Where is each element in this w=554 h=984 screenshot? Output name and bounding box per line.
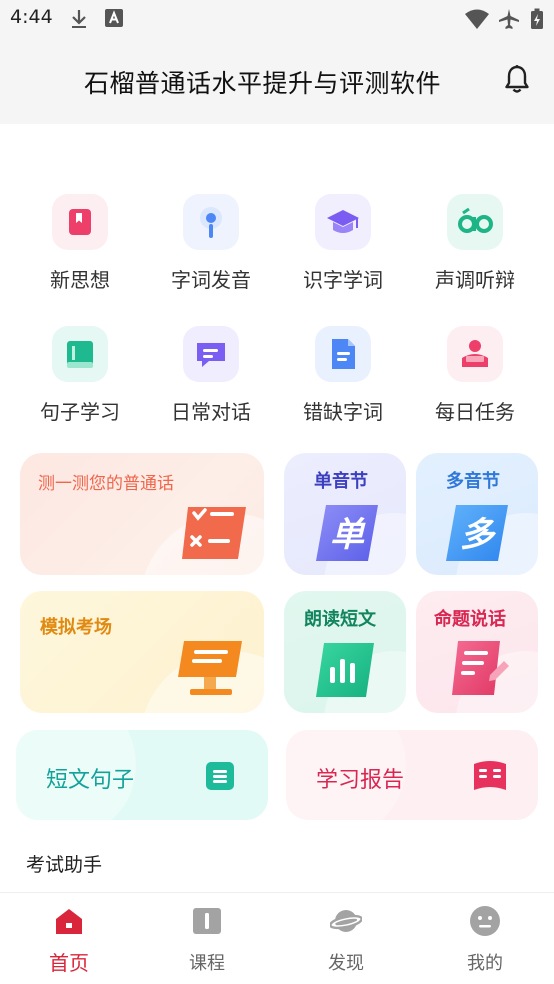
app-header: 石榴普通话水平提升与评测软件	[0, 38, 554, 124]
wifi-icon	[465, 9, 489, 29]
card-single-syllable[interactable]: 单音节 单	[284, 453, 406, 575]
feature-richang-duihua[interactable]: 日常对话	[151, 326, 271, 436]
single-glyph-text: 单	[330, 515, 366, 555]
note-pen-icon	[452, 641, 509, 695]
document-icon	[315, 326, 371, 382]
card-title: 短文句子	[46, 768, 135, 793]
multi-glyph-text: 多	[460, 515, 497, 555]
feature-juzi-xuexi[interactable]: 句子学习	[20, 326, 140, 436]
nav-home[interactable]: 首页	[0, 893, 138, 984]
card-test-mandarin[interactable]: 测一测您的普通话	[20, 453, 264, 575]
feature-xin-sixiang[interactable]: 新思想	[20, 194, 140, 304]
card-title: 单音节	[314, 471, 368, 492]
feature-shengdiao-tingbian[interactable]: 声调听辩	[415, 194, 535, 304]
feature-zici-fayin[interactable]: 字词发音	[151, 194, 271, 304]
planet-icon	[330, 910, 362, 932]
battery-icon	[531, 8, 543, 29]
card-title: 多音节	[446, 471, 500, 492]
microphone-icon	[183, 194, 239, 250]
chat-bubble-icon	[183, 326, 239, 382]
smiley-face-icon	[470, 906, 500, 936]
feature-label: 每日任务	[435, 400, 515, 424]
status-time: 4:44	[10, 6, 53, 28]
feature-label: 字词发音	[171, 268, 251, 292]
book-icon	[193, 908, 221, 934]
download-icon	[72, 10, 86, 28]
nav-label: 我的	[467, 953, 503, 974]
list-document-icon	[206, 762, 234, 790]
section-exam-assistant: 考试助手	[26, 854, 103, 876]
bookmark-book-icon	[52, 194, 108, 250]
single-glyph-icon: 单	[316, 505, 378, 561]
nav-label: 首页	[49, 951, 89, 975]
nav-label: 发现	[328, 953, 364, 974]
report-book-icon	[474, 761, 506, 790]
card-read-passages[interactable]: 朗读短文	[284, 591, 406, 713]
feature-label: 声调听辩	[435, 268, 515, 292]
airplane-icon	[499, 9, 519, 29]
feature-label: 新思想	[50, 268, 110, 292]
feature-shizi-xueci[interactable]: 识字学词	[283, 194, 403, 304]
page-title: 石榴普通话水平提升与评测软件	[84, 69, 442, 98]
nav-courses[interactable]: 课程	[138, 893, 276, 984]
feature-label: 识字学词	[303, 268, 383, 292]
book-icon	[52, 326, 108, 382]
status-bar: 4:44	[0, 0, 554, 38]
bottom-nav: 首页 课程 发现 我的	[0, 892, 554, 984]
bell-icon[interactable]	[503, 64, 531, 94]
reader-person-icon	[447, 326, 503, 382]
nav-label: 课程	[189, 953, 225, 974]
bar-chart-icon	[316, 643, 374, 697]
card-title: 朗读短文	[304, 609, 376, 630]
card-title: 模拟考场	[40, 617, 112, 638]
nav-profile[interactable]: 我的	[416, 893, 554, 984]
notification-a-icon	[105, 9, 123, 27]
nav-discover[interactable]: 发现	[277, 893, 415, 984]
card-short-sentences[interactable]: 短文句子	[16, 730, 268, 820]
feature-label: 日常对话	[171, 400, 251, 424]
card-multi-syllable[interactable]: 多音节 多	[416, 453, 538, 575]
feature-label: 错缺字词	[303, 400, 383, 424]
card-title: 学习报告	[316, 768, 405, 793]
card-study-report[interactable]: 学习报告	[286, 730, 538, 820]
feature-label: 句子学习	[40, 400, 120, 424]
graduation-cap-icon	[315, 194, 371, 250]
card-title: 测一测您的普通话	[38, 474, 174, 494]
card-mock-exam[interactable]: 模拟考场	[20, 591, 264, 713]
home-icon	[56, 909, 82, 934]
feature-cuoque-zici[interactable]: 错缺字词	[283, 326, 403, 436]
feature-meiri-renwu[interactable]: 每日任务	[415, 326, 535, 436]
monitor-icon	[178, 641, 242, 695]
multi-glyph-icon: 多	[446, 505, 508, 561]
card-topic-speech[interactable]: 命题说话	[416, 591, 538, 713]
card-title: 命题说话	[434, 609, 506, 630]
checklist-icon	[182, 507, 246, 559]
tone-ao-icon	[447, 194, 503, 250]
